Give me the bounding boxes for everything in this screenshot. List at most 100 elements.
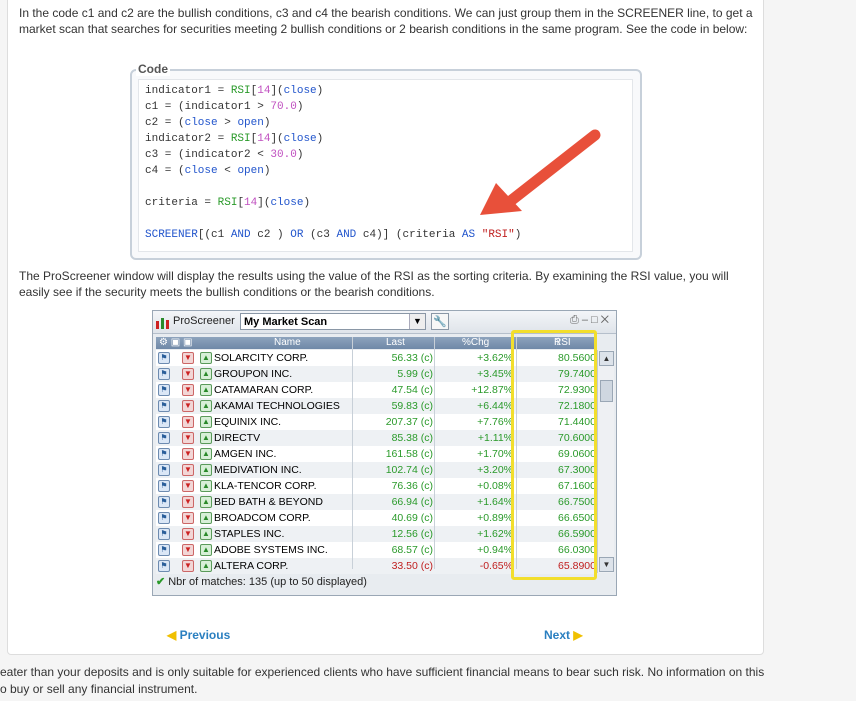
alert-icon[interactable]: ⚑ bbox=[158, 368, 170, 380]
scroll-thumb[interactable] bbox=[600, 380, 613, 402]
code-line: c1 = (indicator1 > 70.0) bbox=[145, 101, 304, 113]
column-divider bbox=[434, 337, 435, 569]
previous-label: Previous bbox=[179, 628, 231, 642]
security-name: ADOBE SYSTEMS INC. bbox=[214, 544, 328, 556]
column-chg[interactable]: %Chg bbox=[462, 337, 489, 349]
security-name: CATAMARAN CORP. bbox=[214, 384, 314, 396]
next-label: Next bbox=[544, 628, 571, 642]
alert-icon[interactable]: ⚑ bbox=[158, 480, 170, 492]
sell-arrow-icon[interactable]: ▼ bbox=[182, 464, 194, 476]
buy-arrow-icon[interactable]: ▲ bbox=[200, 416, 212, 428]
chevron-down-icon[interactable]: ▼ bbox=[409, 314, 425, 329]
buy-arrow-icon[interactable]: ▲ bbox=[200, 432, 212, 444]
code-line: c3 = (indicator2 < 30.0) bbox=[145, 149, 304, 161]
sell-arrow-icon[interactable]: ▼ bbox=[182, 448, 194, 460]
alert-icon[interactable]: ⚑ bbox=[158, 544, 170, 556]
alert-icon[interactable]: ⚑ bbox=[158, 400, 170, 412]
scroll-up-icon[interactable]: ▲ bbox=[599, 351, 614, 366]
column-name[interactable]: Name bbox=[274, 337, 301, 349]
column-divider bbox=[352, 337, 353, 569]
next-link[interactable]: Next ▶ bbox=[544, 628, 583, 642]
maximize-icon[interactable]: □ bbox=[591, 314, 601, 326]
last-price: 33.50 (c) bbox=[391, 560, 433, 572]
disclaimer-line-1: eater than your deposits and is only sui… bbox=[0, 665, 765, 679]
sell-arrow-icon[interactable]: ▼ bbox=[182, 432, 194, 444]
percent-change: +0.89% bbox=[477, 512, 513, 524]
security-name: STAPLES INC. bbox=[214, 528, 285, 540]
result-paragraph: The ProScreener window will display the … bbox=[19, 269, 729, 299]
check-icon: ✔ bbox=[156, 576, 166, 588]
sell-arrow-icon[interactable]: ▼ bbox=[182, 480, 194, 492]
alert-icon[interactable]: ⚑ bbox=[158, 560, 170, 572]
security-name: BROADCOM CORP. bbox=[214, 512, 311, 524]
percent-change: -0.65% bbox=[479, 560, 513, 572]
buy-arrow-icon[interactable]: ▲ bbox=[200, 400, 212, 412]
column-last[interactable]: Last bbox=[386, 337, 405, 349]
security-name: DIRECTV bbox=[214, 432, 261, 444]
security-name: AKAMAI TECHNOLOGIES bbox=[214, 400, 340, 412]
arrow-right-icon: ▶ bbox=[570, 628, 583, 642]
buy-arrow-icon[interactable]: ▲ bbox=[200, 528, 212, 540]
buy-arrow-icon[interactable]: ▲ bbox=[200, 544, 212, 556]
percent-change: +1.64% bbox=[477, 496, 513, 508]
buy-arrow-icon[interactable]: ▲ bbox=[200, 480, 212, 492]
last-price: 59.83 (c) bbox=[391, 400, 433, 412]
intro-paragraph: In the code c1 and c2 are the bullish co… bbox=[19, 6, 753, 36]
disclaimer-line-2: o buy or sell any financial instrument. bbox=[0, 682, 198, 696]
sell-arrow-icon[interactable]: ▼ bbox=[182, 512, 194, 524]
buy-arrow-icon[interactable]: ▲ bbox=[200, 496, 212, 508]
alert-icon[interactable]: ⚑ bbox=[158, 528, 170, 540]
percent-change: +1.11% bbox=[477, 432, 513, 444]
last-price: 102.74 (c) bbox=[385, 464, 433, 476]
red-arrow-icon bbox=[480, 129, 601, 215]
percent-change: +12.87% bbox=[471, 384, 513, 396]
previous-link[interactable]: ◀ Previous bbox=[167, 628, 230, 642]
code-line: c2 = (close > open) bbox=[145, 117, 271, 129]
sell-arrow-icon[interactable]: ▼ bbox=[182, 528, 194, 540]
security-name: MEDIVATION INC. bbox=[214, 464, 302, 476]
code-line: SCREENER[(c1 AND c2 ) OR (c3 AND c4)] (c… bbox=[145, 229, 522, 241]
close-icon[interactable]: ✕ bbox=[601, 314, 612, 326]
match-count: Nbr of matches: 135 (up to 50 displayed) bbox=[168, 576, 367, 588]
buy-arrow-icon[interactable]: ▲ bbox=[200, 560, 212, 572]
alert-icon[interactable]: ⚑ bbox=[158, 416, 170, 428]
code-line: indicator2 = RSI[14](close) bbox=[145, 133, 324, 145]
alert-icon[interactable]: ⚑ bbox=[158, 352, 170, 364]
buy-arrow-icon[interactable]: ▲ bbox=[200, 464, 212, 476]
alert-icon[interactable]: ⚑ bbox=[158, 448, 170, 460]
buy-arrow-icon[interactable]: ▲ bbox=[200, 384, 212, 396]
buy-arrow-icon[interactable]: ▲ bbox=[200, 368, 212, 380]
buy-arrow-icon[interactable]: ▲ bbox=[200, 512, 212, 524]
alert-icon[interactable]: ⚑ bbox=[158, 496, 170, 508]
sell-arrow-icon[interactable]: ▼ bbox=[182, 544, 194, 556]
sell-arrow-icon[interactable]: ▼ bbox=[182, 400, 194, 412]
alert-icon[interactable]: ⚑ bbox=[158, 384, 170, 396]
security-name: KLA-TENCOR CORP. bbox=[214, 480, 317, 492]
buy-arrow-icon[interactable]: ▲ bbox=[200, 352, 212, 364]
sell-arrow-icon[interactable]: ▼ bbox=[182, 352, 194, 364]
window-title: ProScreener bbox=[173, 315, 235, 327]
percent-change: +0.08% bbox=[477, 480, 513, 492]
alert-icon[interactable]: ⚑ bbox=[158, 432, 170, 444]
percent-change: +3.20% bbox=[477, 464, 513, 476]
sell-arrow-icon[interactable]: ▼ bbox=[182, 368, 194, 380]
minimize-icon[interactable]: – bbox=[582, 314, 591, 326]
sell-arrow-icon[interactable]: ▼ bbox=[182, 416, 194, 428]
header-tools-icon[interactable]: ⚙ ▣ ▣ bbox=[159, 337, 192, 349]
code-label: Code bbox=[136, 62, 170, 76]
sell-arrow-icon[interactable]: ▼ bbox=[182, 560, 194, 572]
scroll-down-icon[interactable]: ▼ bbox=[599, 557, 614, 572]
chart-logo-icon bbox=[156, 318, 169, 329]
wrench-icon[interactable]: 🔧 bbox=[431, 313, 449, 330]
alert-icon[interactable]: ⚑ bbox=[158, 464, 170, 476]
sell-arrow-icon[interactable]: ▼ bbox=[182, 496, 194, 508]
scan-select[interactable]: My Market Scan ▼ bbox=[240, 313, 426, 330]
scrollbar[interactable]: ▲ ▼ bbox=[597, 350, 614, 573]
buy-arrow-icon[interactable]: ▲ bbox=[200, 448, 212, 460]
percent-change: +6.44% bbox=[477, 400, 513, 412]
last-price: 85.38 (c) bbox=[391, 432, 433, 444]
sell-arrow-icon[interactable]: ▼ bbox=[182, 384, 194, 396]
percent-change: +3.62% bbox=[477, 352, 513, 364]
print-icon[interactable]: ⎙ bbox=[570, 314, 582, 326]
alert-icon[interactable]: ⚑ bbox=[158, 512, 170, 524]
